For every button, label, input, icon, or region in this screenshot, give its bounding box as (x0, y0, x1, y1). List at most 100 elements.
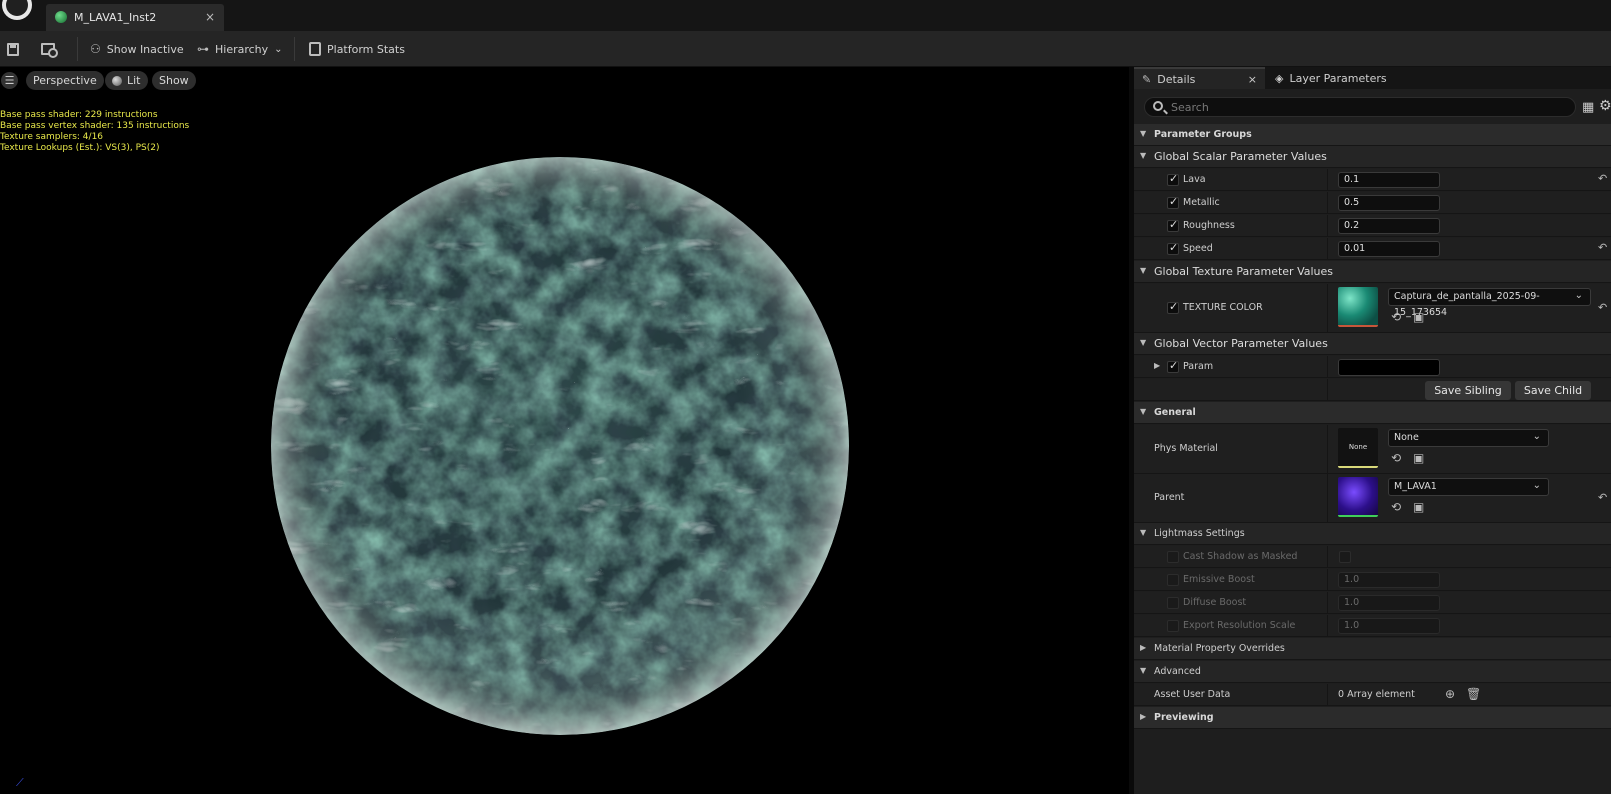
group-material-property-overrides[interactable]: ▶ Material Property Overrides (1134, 638, 1611, 660)
browse-asset-icon[interactable]: ▣ (1413, 310, 1424, 324)
column-divider (1327, 192, 1328, 213)
tab-layer-parameters[interactable]: ◈ Layer Parameters (1267, 67, 1417, 89)
parent-thumbnail[interactable] (1338, 477, 1378, 517)
group-vector-parameters[interactable]: ▼ Global Vector Parameter Values (1134, 333, 1611, 355)
search-bar (1144, 97, 1576, 117)
unreal-logo-icon[interactable] (2, 0, 32, 20)
use-selected-icon[interactable]: ⟲ (1391, 310, 1401, 324)
parent-dropdown[interactable]: M_LAVA1 ⌄ (1388, 478, 1549, 496)
param-name: Export Resolution Scale (1183, 620, 1296, 631)
lightmass-row-export-resolution: Export Resolution Scale 1.0 (1134, 615, 1611, 637)
group-texture-parameters[interactable]: ▼ Global Texture Parameter Values (1134, 261, 1611, 283)
column-divider (1327, 569, 1328, 590)
lit-button[interactable]: Lit (105, 71, 148, 90)
use-selected-icon[interactable]: ⟲ (1391, 451, 1401, 465)
group-lightmass-settings[interactable]: ▼ Lightmass Settings (1134, 523, 1611, 545)
close-icon[interactable]: × (1248, 73, 1257, 86)
category-general[interactable]: ▼ General (1134, 402, 1611, 424)
material-instance-icon (55, 11, 67, 23)
category-label: Parameter Groups (1154, 129, 1252, 140)
tab-details-label: Details (1157, 72, 1196, 86)
save-sibling-button[interactable]: Save Sibling (1425, 381, 1511, 400)
lit-mode-icon (112, 75, 122, 86)
chevron-down-icon: ⌄ (1574, 290, 1583, 301)
browse-asset-icon[interactable]: ▣ (1413, 451, 1424, 465)
grid-view-icon[interactable]: ▦ (1582, 100, 1594, 115)
speed-checkbox[interactable] (1167, 241, 1179, 255)
texture-color-checkbox[interactable] (1167, 300, 1179, 314)
pencil-icon: ✎ (1142, 72, 1152, 86)
lightmass-row-cast-shadow: Cast Shadow as Masked (1134, 546, 1611, 568)
lava-value-input[interactable]: 0.1 (1338, 172, 1440, 188)
param-row-metallic: Metallic 0.5 (1134, 192, 1611, 214)
group-label: Lightmass Settings (1154, 528, 1245, 539)
category-previewing[interactable]: ▶ Previewing (1134, 707, 1611, 729)
sphere-render (271, 157, 849, 735)
column-divider (1327, 615, 1328, 636)
save-button[interactable] (7, 39, 19, 59)
diffuse-boost-input[interactable]: 1.0 (1338, 595, 1440, 611)
emissive-boost-input[interactable]: 1.0 (1338, 572, 1440, 588)
use-selected-icon[interactable]: ⟲ (1391, 500, 1401, 514)
export-resolution-input[interactable]: 1.0 (1338, 618, 1440, 634)
preview-viewport[interactable]: ☰ Perspective Lit Show Base pass shader:… (0, 67, 1129, 794)
reset-to-default-icon[interactable]: ↶ (1598, 241, 1607, 254)
group-label: Global Texture Parameter Values (1154, 265, 1334, 278)
reset-to-default-icon[interactable]: ↶ (1598, 491, 1607, 504)
param-name: Emissive Boost (1183, 574, 1255, 585)
hierarchy-dropdown[interactable]: ⊶ Hierarchy ⌄ (197, 39, 283, 59)
lit-label: Lit (127, 74, 141, 87)
hierarchy-label: Hierarchy (215, 42, 269, 56)
roughness-checkbox[interactable] (1167, 218, 1179, 232)
param-name: Lava (1183, 174, 1206, 185)
group-scalar-parameters[interactable]: ▼ Global Scalar Parameter Values (1134, 146, 1611, 168)
perspective-button[interactable]: Perspective (26, 71, 104, 90)
search-input[interactable] (1171, 99, 1571, 115)
color-swatch[interactable] (1338, 359, 1440, 376)
roughness-value-input[interactable]: 0.2 (1338, 218, 1440, 234)
show-button[interactable]: Show (152, 71, 196, 90)
metallic-checkbox[interactable] (1167, 195, 1179, 209)
metallic-value-input[interactable]: 0.5 (1338, 195, 1440, 211)
cast-shadow-value-checkbox[interactable] (1339, 551, 1351, 563)
cast-shadow-override-checkbox[interactable] (1167, 551, 1179, 563)
add-element-icon[interactable]: ⊕ (1445, 687, 1455, 701)
texture-asset-dropdown[interactable]: Captura_de_pantalla_2025-09-15_173654 ⌄ (1388, 288, 1591, 318)
column-divider (1327, 238, 1328, 259)
param-checkbox[interactable] (1167, 359, 1179, 373)
lava-checkbox[interactable] (1167, 172, 1179, 186)
tab-details[interactable]: ✎ Details × (1134, 67, 1265, 89)
emissive-boost-checkbox[interactable] (1167, 574, 1179, 586)
reset-to-default-icon[interactable]: ↶ (1598, 172, 1607, 185)
trash-icon[interactable]: 🗑 (1466, 687, 1481, 701)
diffuse-boost-checkbox[interactable] (1167, 597, 1179, 609)
hierarchy-icon: ⊶ (197, 42, 209, 56)
close-icon[interactable]: × (205, 10, 215, 24)
param-row-lava: Lava 0.1 ↶ (1134, 169, 1611, 191)
platform-stats-icon (309, 42, 321, 56)
column-divider (1327, 592, 1328, 613)
platform-stats-button[interactable]: Platform Stats (309, 39, 405, 59)
save-child-button[interactable]: Save Child (1515, 381, 1591, 400)
stat-line: Texture samplers: 4/16 (0, 132, 104, 142)
browse-asset-icon[interactable]: ▣ (1413, 500, 1424, 514)
stat-line: Texture Lookups (Est.): VS(3), PS(2) (0, 143, 160, 153)
gear-icon[interactable]: ⚙ (1599, 98, 1611, 114)
texture-thumbnail[interactable] (1338, 287, 1378, 327)
category-parameter-groups[interactable]: ▼ Parameter Groups (1134, 124, 1611, 146)
export-resolution-checkbox[interactable] (1167, 620, 1179, 632)
viewport-menu-icon[interactable]: ☰ (1, 72, 18, 89)
phys-material-thumbnail[interactable]: None (1338, 428, 1378, 468)
show-inactive-button[interactable]: ⚇ Show Inactive (90, 39, 184, 59)
shader-stats: Base pass shader: 229 instructions Base … (0, 110, 189, 154)
phys-material-dropdown[interactable]: None ⌄ (1388, 429, 1549, 447)
expand-arrow-icon[interactable]: ▶ (1154, 361, 1160, 370)
reset-to-default-icon[interactable]: ↶ (1598, 301, 1607, 314)
expand-arrow-icon: ▶ (1140, 712, 1147, 721)
show-inactive-label: Show Inactive (106, 42, 184, 56)
group-advanced[interactable]: ▼ Advanced (1134, 661, 1611, 683)
browse-button[interactable] (41, 39, 58, 59)
toolbar-divider (294, 37, 295, 61)
tab-material-instance[interactable]: M_LAVA1_Inst2 × (46, 4, 224, 31)
speed-value-input[interactable]: 0.01 (1338, 241, 1440, 257)
